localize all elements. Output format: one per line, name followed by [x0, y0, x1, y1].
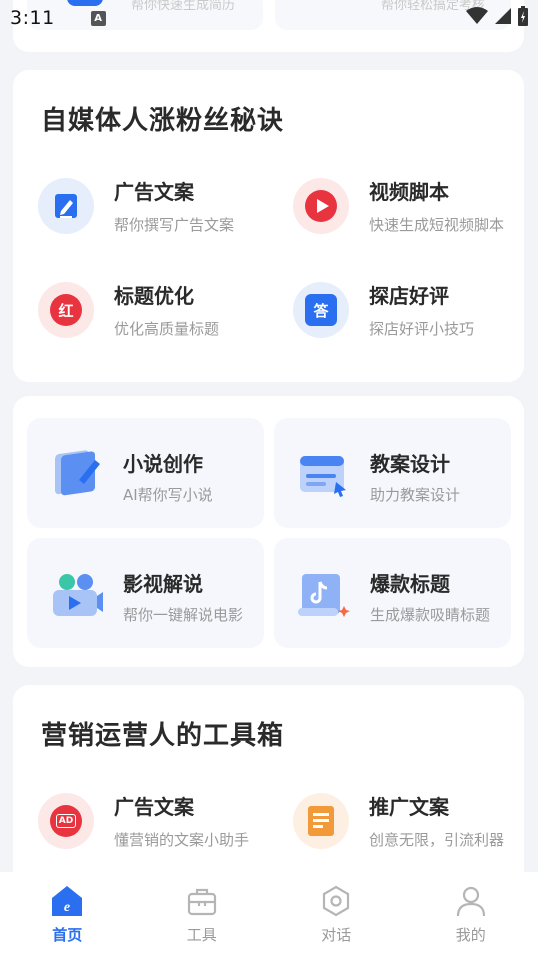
creative-tools-card: 小说创作 AI帮你写小说 教案设计 助力教案设计 影视解说 帮你一键解说电影 爆… — [13, 396, 524, 667]
tile-title: 小说创作 — [123, 452, 203, 476]
tile-subtitle: 助力教案设计 — [370, 486, 461, 504]
hong-glyph: 红 — [50, 294, 82, 326]
tile-film-narration[interactable]: 影视解说 帮你一键解说电影 — [27, 538, 264, 648]
svg-text:e: e — [64, 900, 70, 915]
tile-hot-title[interactable]: 爆款标题 生成爆款吸睛标题 — [274, 538, 511, 648]
nav-label: 首页 — [52, 926, 83, 944]
novel-book-icon — [55, 450, 100, 496]
media-tips-title: 自媒体人涨粉丝秘诀 — [41, 106, 285, 136]
marketing-toolbox-title: 营销运营人的工具箱 — [41, 721, 285, 751]
wifi-icon — [466, 7, 488, 24]
nav-chat[interactable]: 对话 — [269, 872, 404, 958]
tile-title: 爆款标题 — [370, 572, 450, 596]
battery-icon — [518, 6, 528, 26]
nav-label: 对话 — [321, 926, 352, 944]
media-tips-card: 自媒体人涨粉丝秘诀 广告文案 帮你撰写广告文案 视频脚本 快速生成短视频脚本 红… — [13, 70, 524, 382]
chat-hex-icon — [323, 885, 350, 917]
tile-lesson[interactable]: 教案设计 助力教案设计 — [274, 418, 511, 528]
status-time: 3:11 — [10, 7, 55, 29]
tool-subtitle: 优化高质量标题 — [114, 320, 220, 338]
tile-title: 教案设计 — [370, 452, 450, 476]
tile-subtitle: AI帮你写小说 — [123, 486, 213, 504]
tool-subtitle: 懂营销的文案小助手 — [114, 831, 250, 849]
tool-title: 视频脚本 — [369, 180, 449, 204]
nav-profile[interactable]: 我的 — [404, 872, 538, 958]
user-icon — [456, 886, 485, 917]
marketing-toolbox-card: 营销运营人的工具箱 AD 广告文案 懂营销的文案小助手 推广文案 创意无限，引流… — [13, 685, 524, 885]
nav-home[interactable]: e 首页 — [0, 872, 135, 958]
tool-title: 广告文案 — [114, 795, 194, 819]
tool-video-script[interactable]: 视频脚本 快速生成短视频脚本 — [293, 174, 533, 244]
tile-title: 影视解说 — [123, 572, 203, 596]
da-glyph: 答 — [305, 294, 337, 326]
tool-title-optimize[interactable]: 红 标题优化 优化高质量标题 — [38, 278, 278, 348]
tool-subtitle: 创意无限，引流利器 — [369, 831, 505, 849]
status-bar: 3:11 A — [0, 0, 538, 36]
tool-subtitle: 快速生成短视频脚本 — [369, 216, 505, 234]
video-narration-icon — [53, 574, 103, 616]
nav-label: 我的 — [455, 926, 486, 944]
toolbox-icon — [187, 888, 216, 916]
tool-subtitle: 帮你撰写广告文案 — [114, 216, 235, 234]
nav-tools[interactable]: 工具 — [135, 872, 270, 958]
tool-store-review[interactable]: 答 探店好评 探店好评小技巧 — [293, 278, 533, 348]
tile-subtitle: 帮你一键解说电影 — [123, 606, 244, 624]
tool-title: 标题优化 — [114, 284, 194, 308]
tool-marketing-ad-copy[interactable]: AD 广告文案 懂营销的文案小助手 — [38, 789, 278, 859]
tool-title: 探店好评 — [369, 284, 449, 308]
lesson-screen-icon — [300, 456, 346, 497]
ad-badge-icon: AD — [38, 793, 94, 849]
tool-promo-copy[interactable]: 推广文案 创意无限，引流利器 — [293, 789, 533, 859]
pen-edit-icon — [38, 178, 94, 234]
notification-a-icon: A — [90, 10, 106, 26]
hong-badge-icon: 红 — [38, 282, 94, 338]
tile-subtitle: 生成爆款吸睛标题 — [370, 606, 491, 624]
da-badge-icon: 答 — [293, 282, 349, 338]
tile-novel[interactable]: 小说创作 AI帮你写小说 — [27, 418, 264, 528]
play-icon — [293, 178, 349, 234]
tiktok-scroll-icon — [298, 574, 350, 617]
nav-label: 工具 — [186, 926, 217, 944]
tool-title: 推广文案 — [369, 795, 449, 819]
ad-glyph: AD — [55, 814, 77, 828]
tool-subtitle: 探店好评小技巧 — [369, 320, 475, 338]
document-icon — [293, 793, 349, 849]
bottom-navigation: e 首页 工具 对话 我的 — [0, 872, 538, 958]
signal-icon — [495, 8, 511, 24]
tool-title: 广告文案 — [114, 180, 194, 204]
home-icon: e — [52, 886, 83, 916]
tool-ad-copy[interactable]: 广告文案 帮你撰写广告文案 — [38, 174, 278, 244]
